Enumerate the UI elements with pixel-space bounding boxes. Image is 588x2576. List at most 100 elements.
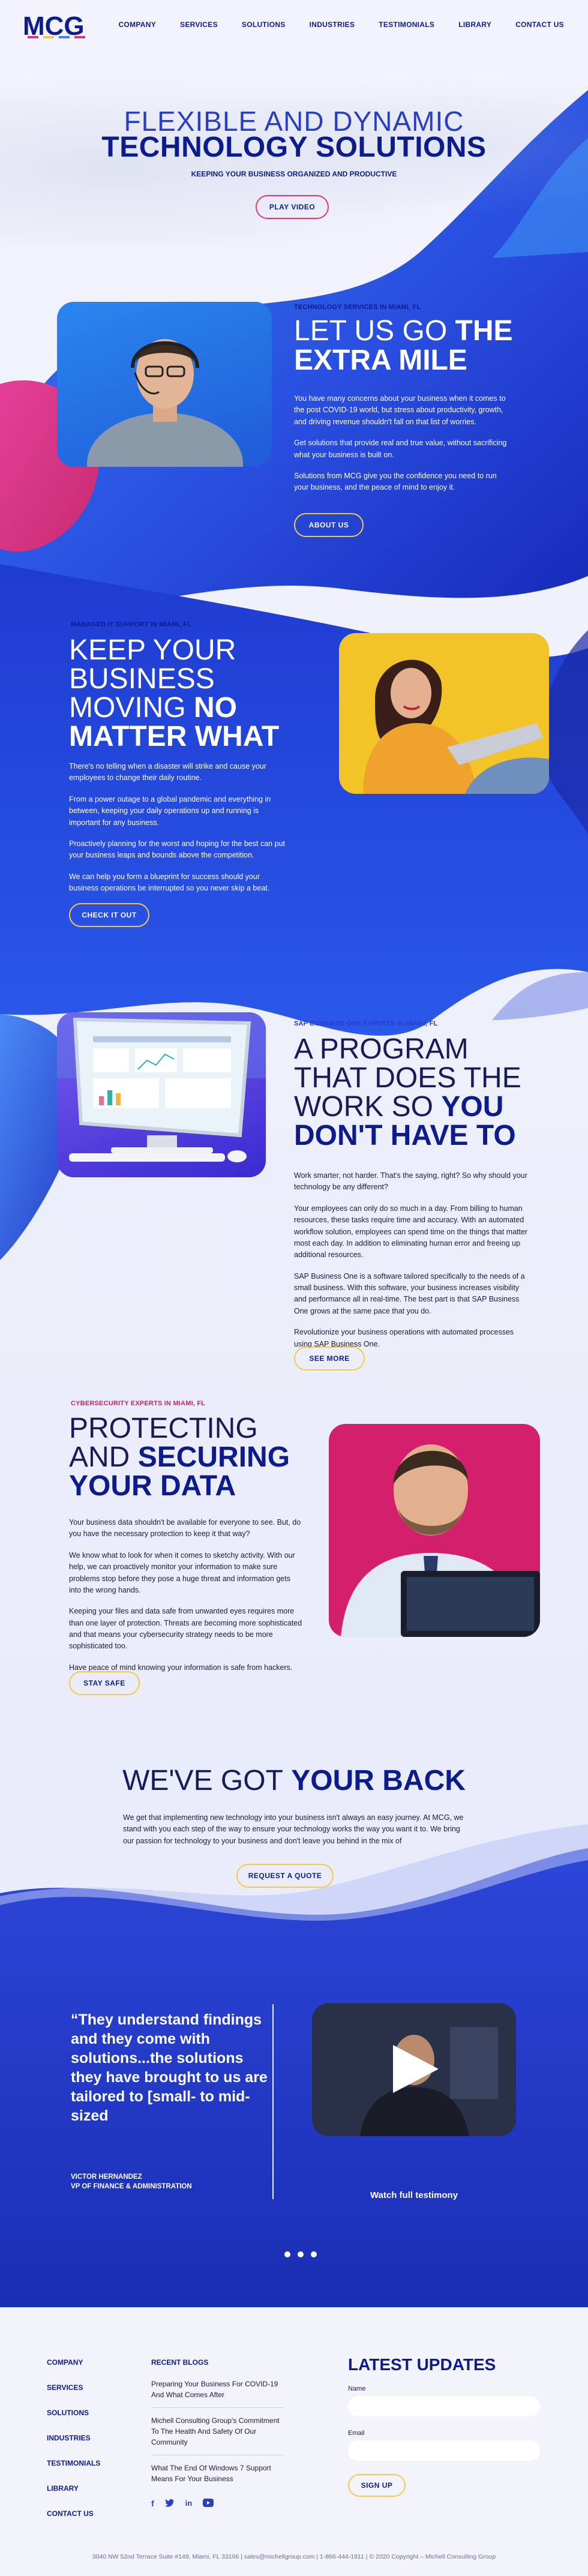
latest-updates-title: LATEST UPDATES (348, 2355, 496, 2374)
section1-paragraph: Get solutions that provide real and true… (294, 439, 507, 459)
section2-heading-bold: MATTER WHAT (69, 721, 280, 752)
section5-heading-bold: YOUR BACK (291, 1765, 466, 1797)
section3-heading-bold: DON'T HAVE TO (294, 1120, 516, 1151)
section3-heading-light-2: THAT DOES THE (294, 1062, 521, 1094)
testimonial-video-thumbnail[interactable] (312, 2003, 516, 2136)
section5-heading-light: WE'VE GOT (122, 1765, 283, 1797)
woman-laptop-photo (339, 633, 549, 794)
check-it-out-button[interactable]: CHECK IT OUT (69, 903, 149, 927)
section2-heading: KEEP YOUR BUSINESS MOVING NO MATTER WHAT (69, 636, 279, 751)
footer-links: COMPANY SERVICES SOLUTIONS INDUSTRIES TE… (47, 2358, 100, 2535)
footer-link-contact-us[interactable]: CONTACT US (47, 2509, 100, 2518)
blog-link[interactable]: Preparing Your Business For COVID-19 And… (151, 2379, 283, 2408)
section4-heading-bold: YOUR DATA (69, 1470, 236, 1502)
section3-body: Work smarter, not harder. That's the say… (294, 1170, 528, 1360)
section4-eyebrow: CYBERSECURITY EXPERTS IN MIAMI, FL (71, 1400, 206, 1407)
footer-link-services[interactable]: SERVICES (47, 2383, 100, 2392)
page: MCG COMPANY SERVICES SOLUTIONS INDUSTRIE… (0, 0, 588, 2576)
blog-link[interactable]: Michell Consulting Group's Commitment To… (151, 2415, 283, 2455)
section2-heading-bold-inline: NO (194, 692, 238, 724)
hero-title-bold: TECHNOLOGY SOLUTIONS (101, 131, 487, 163)
section2-eyebrow: MANAGED IT SUPPORT IN MIAMI, FL (71, 621, 192, 628)
section1-paragraph: Solutions from MCG give you the confiden… (294, 471, 497, 492)
nav-company[interactable]: COMPANY (118, 20, 156, 29)
section1-heading-bold: EXTRA MILE (294, 344, 467, 376)
section1-heading-light: LET US GO (294, 315, 448, 347)
man-at-computer-photo (329, 1424, 540, 1637)
section2-paragraph: There's no telling when a disaster will … (69, 762, 266, 782)
carousel-dot[interactable] (284, 2251, 290, 2257)
sign-up-button[interactable]: SIGN UP (348, 2474, 406, 2497)
facebook-icon[interactable]: f (151, 2499, 154, 2508)
section4-heading-light-1: PROTECTING (69, 1413, 258, 1444)
play-video-button[interactable]: PLAY VIDEO (256, 195, 329, 219)
nav-contact-us[interactable]: CONTACT US (515, 20, 564, 29)
support-agent-illustration (87, 339, 243, 467)
section2-heading-light-1: KEEP YOUR (69, 634, 236, 666)
section2-heading-light-2: BUSINESS (69, 663, 215, 695)
mcg-logo[interactable]: MCG (23, 11, 107, 40)
footer-link-testimonials[interactable]: TESTIMONIALS (47, 2459, 100, 2467)
blog-link[interactable]: What The End Of Windows 7 Support Means … (151, 2463, 283, 2491)
sap-dashboard-monitor-image (57, 1012, 266, 1177)
section2-paragraph: From a power outage to a global pandemic… (69, 794, 271, 827)
testimonial-role: VP OF FINANCE & ADMINISTRATION (71, 2183, 192, 2190)
section2-paragraph: Proactively planning for the worst and h… (69, 839, 285, 860)
see-more-button[interactable]: SEE MORE (294, 1347, 365, 1371)
youtube-icon[interactable] (203, 2499, 214, 2507)
carousel-dot[interactable] (298, 2251, 304, 2257)
testimonial-name: VICTOR HERNANDEZ (71, 2173, 142, 2181)
play-icon[interactable] (393, 2045, 439, 2093)
watch-testimony-link[interactable]: Watch full testimony (312, 2190, 516, 2200)
section3-paragraph: SAP Business One is a software tailored … (294, 1271, 525, 1315)
section5-heading: WE'VE GOT YOUR BACK (0, 1764, 588, 1797)
section4-body: Your business data shouldn't be availabl… (69, 1517, 303, 1683)
testimonial-divider (272, 2004, 274, 2199)
top-nav: MCG COMPANY SERVICES SOLUTIONS INDUSTRIE… (0, 0, 588, 48)
stay-safe-button[interactable]: STAY SAFE (69, 1671, 140, 1695)
about-us-button[interactable]: ABOUT US (294, 513, 364, 537)
carousel-dots (284, 2251, 317, 2257)
section3-heading-light-3: WORK SO (294, 1091, 434, 1123)
name-label: Name (348, 2385, 366, 2392)
section2-body: There's no telling when a disaster will … (69, 761, 285, 904)
section1-body: You have many concerns about your busine… (294, 393, 510, 503)
section4-heading-light-2: AND (69, 1441, 130, 1473)
email-label: Email (348, 2430, 365, 2437)
testimonial-quote: “They understand findings and they come … (71, 2011, 268, 2124)
name-input[interactable] (348, 2396, 540, 2416)
email-input[interactable] (348, 2440, 540, 2461)
footer-link-company[interactable]: COMPANY (47, 2358, 100, 2367)
twitter-icon[interactable] (164, 2499, 175, 2507)
logo-text: MCG (23, 11, 85, 40)
social-links: f in (151, 2499, 283, 2508)
section1-heading: LET US GO THE EXTRA MILE (294, 315, 513, 376)
section1-heading-bold-inline: THE (455, 315, 513, 347)
section5-paragraph: We get that implementing new technology … (123, 1813, 464, 1845)
section3-heading-light-1: A PROGRAM (294, 1033, 469, 1065)
nav-library[interactable]: LIBRARY (458, 20, 491, 29)
woman-laptop-illustration (363, 659, 549, 794)
section2-heading-light-3: MOVING (69, 692, 186, 724)
hero-subtitle: KEEPING YOUR BUSINESS ORGANIZED AND PROD… (191, 170, 397, 178)
section2-paragraph: We can help you form a blueprint for suc… (69, 872, 270, 892)
nav-testimonials[interactable]: TESTIMONIALS (379, 20, 434, 29)
man-at-computer-illustration (341, 1444, 540, 1637)
section1-eyebrow: TECHNOLOGY SERVICES IN MIAMI, FL (294, 304, 421, 311)
section4-paragraph: We know what to look for when it comes t… (69, 1551, 295, 1594)
section3-eyebrow: SAP BUSINESS ONE EXPERTS IN MIAMI, FL (294, 1020, 438, 1027)
request-a-quote-button[interactable]: REQUEST A QUOTE (236, 1864, 334, 1888)
recent-blogs-title: RECENT BLOGS (151, 2358, 209, 2367)
nav-solutions[interactable]: SOLUTIONS (242, 20, 286, 29)
footer-link-solutions[interactable]: SOLUTIONS (47, 2409, 100, 2417)
linkedin-icon[interactable]: in (185, 2499, 193, 2508)
recent-blogs: RECENT BLOGS Preparing Your Business For… (151, 2358, 283, 2508)
footer-link-industries[interactable]: INDUSTRIES (47, 2434, 100, 2442)
section3-heading: A PROGRAM THAT DOES THE WORK SO YOU DON'… (294, 1035, 521, 1150)
nav-services[interactable]: SERVICES (180, 20, 218, 29)
carousel-dot[interactable] (311, 2251, 317, 2257)
footer: COMPANY SERVICES SOLUTIONS INDUSTRIES TE… (0, 2307, 588, 2576)
main-menu: COMPANY SERVICES SOLUTIONS INDUSTRIES TE… (118, 20, 564, 29)
nav-industries[interactable]: INDUSTRIES (310, 20, 355, 29)
footer-link-library[interactable]: LIBRARY (47, 2484, 100, 2493)
